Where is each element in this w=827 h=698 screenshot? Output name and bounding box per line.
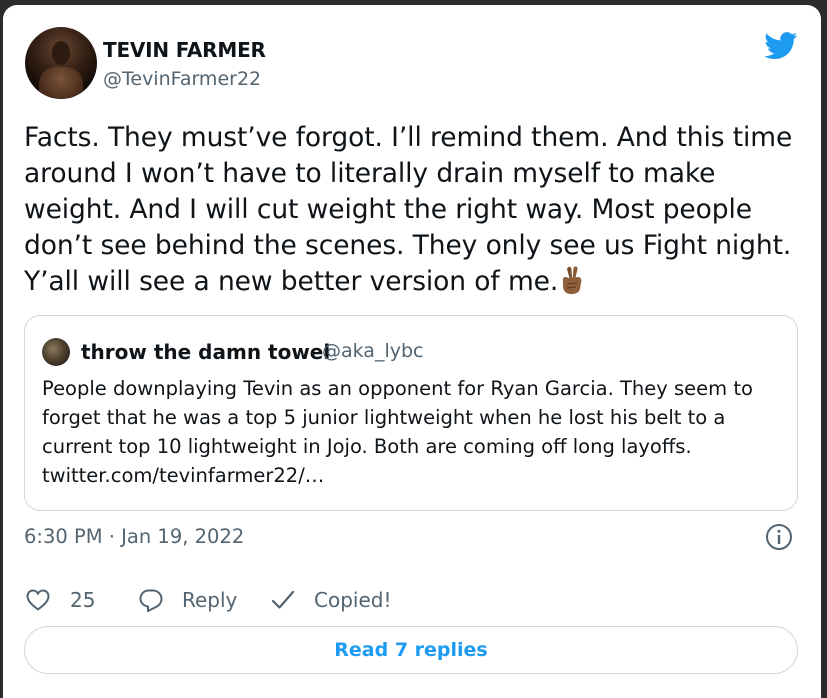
action-bar: 25 Reply Copied!	[24, 583, 804, 617]
copy-link-button[interactable]: Copied!	[269, 583, 391, 617]
reply-label: Reply	[182, 588, 238, 612]
like-button[interactable]: 25	[24, 583, 95, 617]
tweet-timestamp[interactable]: 6:30 PM · Jan 19, 2022	[24, 525, 244, 548]
author-avatar[interactable]	[25, 27, 97, 99]
like-count: 25	[70, 588, 96, 612]
quoted-tweet[interactable]: throw the damn towel @aka_lybc People do…	[24, 315, 798, 511]
copy-label: Copied!	[314, 588, 392, 612]
quoted-author-avatar	[42, 338, 70, 366]
info-icon[interactable]	[765, 523, 793, 551]
reply-bubble-icon	[139, 589, 163, 612]
crossed-fingers-emoji	[563, 266, 582, 294]
tweet-embed-card: TEVIN FARMER @TevinFarmer22 Facts. They …	[3, 5, 821, 698]
author-handle[interactable]: @TevinFarmer22	[103, 68, 261, 90]
quoted-tweet-text: People downplaying Tevin as an opponent …	[42, 377, 753, 487]
heart-icon	[26, 589, 50, 611]
quoted-author-handle: @aka_lybc	[322, 340, 424, 362]
quoted-author-name: throw the damn towel	[81, 340, 331, 364]
read-replies-button[interactable]: Read 7 replies	[24, 626, 798, 674]
twitter-bird-icon[interactable]	[764, 32, 798, 60]
avatar-head	[52, 41, 70, 65]
reply-button[interactable]: Reply	[137, 583, 237, 617]
author-name[interactable]: TEVIN FARMER	[103, 38, 266, 62]
tweet-body: Facts. They must’ve forgot. I’ll remind …	[24, 122, 793, 297]
checkmark-icon	[271, 590, 295, 609]
avatar-torso	[39, 67, 83, 99]
tweet-text: Facts. They must’ve forgot. I’ll remind …	[24, 120, 814, 300]
